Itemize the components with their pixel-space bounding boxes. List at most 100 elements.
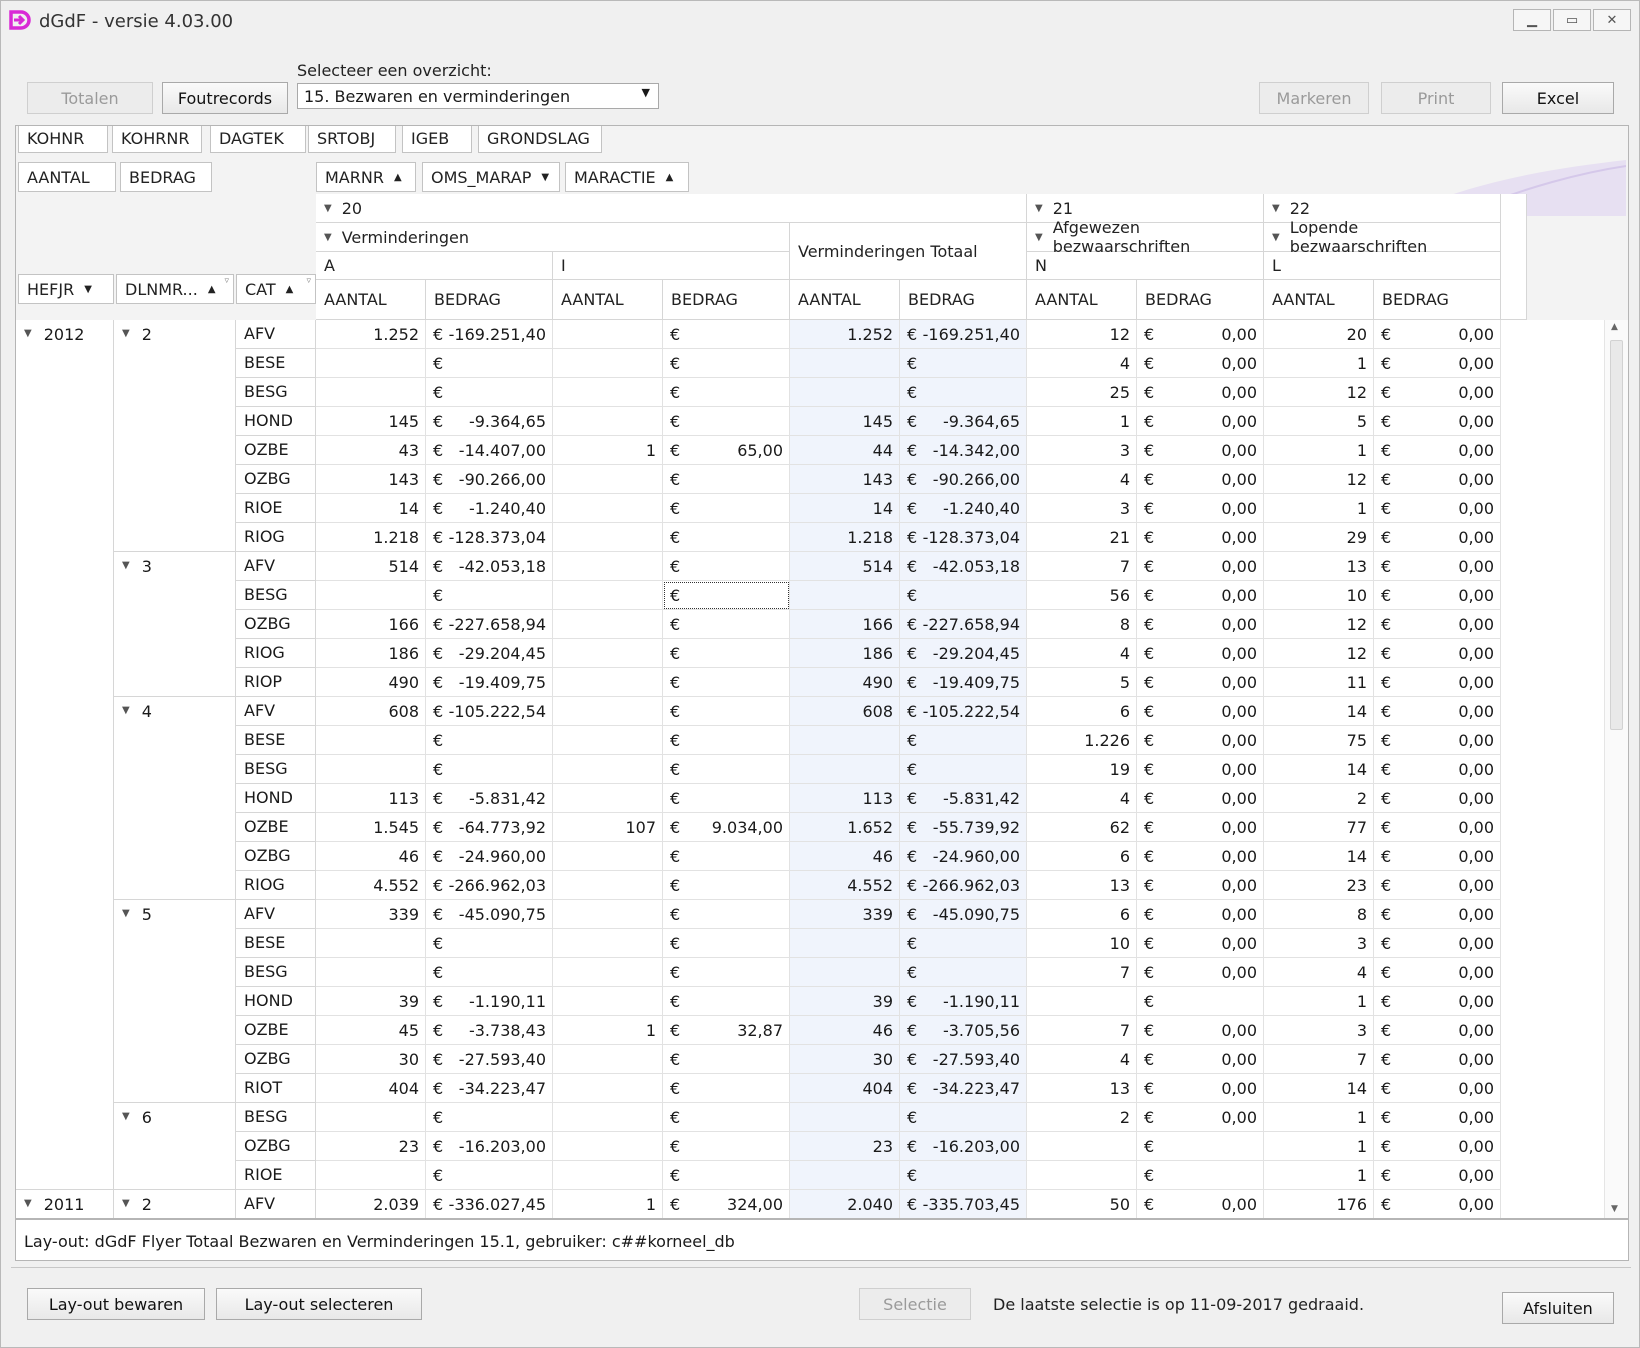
row-header-dlnmr[interactable]: ▼ 3	[114, 552, 236, 697]
cell-aantal[interactable]: 6	[1027, 900, 1137, 929]
cell-bedrag[interactable]: €0,00	[1137, 726, 1264, 755]
cell-aantal[interactable]: 4	[1264, 958, 1374, 987]
cell-aantal[interactable]: 23	[790, 1132, 900, 1161]
cell-aantal[interactable]	[790, 1103, 900, 1132]
cell-bedrag[interactable]: €0,00	[1137, 494, 1264, 523]
col-group-20[interactable]: ▼ 20	[316, 194, 1027, 223]
cell-aantal[interactable]: 4	[1027, 349, 1137, 378]
cell-aantal[interactable]: 62	[1027, 813, 1137, 842]
cell-aantal[interactable]: 12	[1264, 378, 1374, 407]
row-header-cat[interactable]: RIOE	[236, 1161, 316, 1190]
cell-aantal[interactable]: 14	[316, 494, 426, 523]
collapse-icon[interactable]: ▼	[24, 328, 32, 339]
cell-bedrag[interactable]: € -227.658,94	[426, 610, 553, 639]
cell-aantal[interactable]: 1	[553, 436, 663, 465]
cell-bedrag[interactable]: €	[663, 929, 790, 958]
cell-bedrag[interactable]: € -169.251,40	[900, 320, 1027, 349]
cell-aantal[interactable]	[316, 1161, 426, 1190]
cell-aantal[interactable]	[553, 494, 663, 523]
cell-bedrag[interactable]: € -169.251,40	[426, 320, 553, 349]
cell-aantal[interactable]: 1.652	[790, 813, 900, 842]
cell-bedrag[interactable]: € -42.053,18	[426, 552, 553, 581]
cell-aantal[interactable]: 46	[790, 1016, 900, 1045]
cell-aantal[interactable]	[553, 1045, 663, 1074]
cell-aantal[interactable]: 14	[790, 494, 900, 523]
cell-aantal[interactable]: 30	[790, 1045, 900, 1074]
row-header-cat[interactable]: HOND	[236, 784, 316, 813]
row-header-cat[interactable]: RIOP	[236, 668, 316, 697]
cell-aantal[interactable]	[316, 755, 426, 784]
cell-bedrag[interactable]: €	[663, 1132, 790, 1161]
row-header-cat[interactable]: RIOG	[236, 523, 316, 552]
cell-bedrag[interactable]: € -14.407,00	[426, 436, 553, 465]
cell-aantal[interactable]: 7	[1264, 1045, 1374, 1074]
sort-up-icon[interactable]: ▲	[208, 284, 216, 295]
filter-field-1[interactable]: KOHRNR	[112, 126, 202, 153]
cell-aantal[interactable]: 4.552	[790, 871, 900, 900]
row-header-dlnmr[interactable]: ▼ 5	[114, 900, 236, 1103]
cell-bedrag[interactable]: €0,00	[1137, 639, 1264, 668]
column-field-1[interactable]: OMS_MARAP ▼	[422, 162, 560, 192]
cell-bedrag[interactable]: €0,00	[1374, 900, 1501, 929]
cell-aantal[interactable]	[790, 958, 900, 987]
cell-aantal[interactable]: 608	[790, 697, 900, 726]
cell-bedrag[interactable]: €0,00	[1137, 1074, 1264, 1103]
cell-aantal[interactable]: 2	[1027, 1103, 1137, 1132]
cell-bedrag[interactable]: €0,00	[1137, 320, 1264, 349]
cell-aantal[interactable]: 12	[1264, 465, 1374, 494]
cell-bedrag[interactable]: €0,00	[1374, 320, 1501, 349]
cell-aantal[interactable]: 56	[1027, 581, 1137, 610]
cell-bedrag[interactable]: €	[663, 900, 790, 929]
row-header-cat[interactable]: RIOT	[236, 1074, 316, 1103]
totalen-button[interactable]: Totalen	[27, 82, 153, 114]
cell-bedrag[interactable]: €0,00	[1137, 958, 1264, 987]
filter-field-4[interactable]: IGEB	[402, 126, 472, 153]
cell-aantal[interactable]: 12	[1264, 610, 1374, 639]
cell-aantal[interactable]: 6	[1027, 697, 1137, 726]
cell-aantal[interactable]: 1	[553, 1190, 663, 1218]
cell-bedrag[interactable]: €	[663, 465, 790, 494]
cell-bedrag[interactable]: €	[663, 1074, 790, 1103]
filter-icon[interactable]: ▿	[306, 276, 311, 286]
cell-bedrag[interactable]: € -105.222,54	[426, 697, 553, 726]
cell-bedrag[interactable]: €	[663, 552, 790, 581]
cell-bedrag[interactable]: € -64.773,92	[426, 813, 553, 842]
cell-bedrag[interactable]: €	[426, 349, 553, 378]
cell-aantal[interactable]	[553, 407, 663, 436]
row-header-dlnmr[interactable]: ▼ 2	[114, 320, 236, 552]
cell-aantal[interactable]: 143	[316, 465, 426, 494]
filter-field-2[interactable]: DAGTEK	[210, 126, 306, 153]
cell-aantal[interactable]	[553, 1161, 663, 1190]
cell-aantal[interactable]: 176	[1264, 1190, 1374, 1218]
foutrecords-button[interactable]: Foutrecords	[162, 82, 288, 114]
row-header-cat[interactable]: OZBE	[236, 1016, 316, 1045]
cell-bedrag[interactable]: €	[1137, 1161, 1264, 1190]
cell-bedrag[interactable]: €0,00	[1137, 842, 1264, 871]
cell-aantal[interactable]: 43	[316, 436, 426, 465]
col-lopende[interactable]: ▼ Lopende bezwaarschriften	[1264, 218, 1501, 256]
cell-bedrag[interactable]: €	[426, 1161, 553, 1190]
cell-bedrag[interactable]: € -5.831,42	[426, 784, 553, 813]
cell-aantal[interactable]: 7	[1027, 1016, 1137, 1045]
selectie-button[interactable]: Selectie	[859, 1288, 971, 1320]
scroll-down-icon[interactable]: ▼	[1611, 1204, 1618, 1214]
cell-aantal[interactable]: 1	[1264, 436, 1374, 465]
overview-select[interactable]: 15. Bezwaren en verminderingen ▼	[297, 83, 659, 109]
row-header-cat[interactable]: RIOG	[236, 639, 316, 668]
cell-aantal[interactable]: 2	[1264, 784, 1374, 813]
cell-bedrag[interactable]: €0,00	[1137, 378, 1264, 407]
cell-aantal[interactable]	[553, 349, 663, 378]
cell-aantal[interactable]: 3	[1264, 929, 1374, 958]
cell-aantal[interactable]: 39	[790, 987, 900, 1016]
collapse-icon[interactable]: ▼	[122, 908, 130, 919]
cell-bedrag[interactable]: €	[900, 958, 1027, 987]
cell-aantal[interactable]	[316, 726, 426, 755]
cell-bedrag[interactable]: € -34.223,47	[426, 1074, 553, 1103]
cell-aantal[interactable]: 14	[1264, 697, 1374, 726]
row-header-cat[interactable]: AFV	[236, 1190, 316, 1218]
cell-aantal[interactable]	[790, 929, 900, 958]
cell-aantal[interactable]: 1	[553, 1016, 663, 1045]
cell-aantal[interactable]	[790, 378, 900, 407]
cell-bedrag[interactable]: € -29.204,45	[426, 639, 553, 668]
cell-bedrag[interactable]: €65,00	[663, 436, 790, 465]
